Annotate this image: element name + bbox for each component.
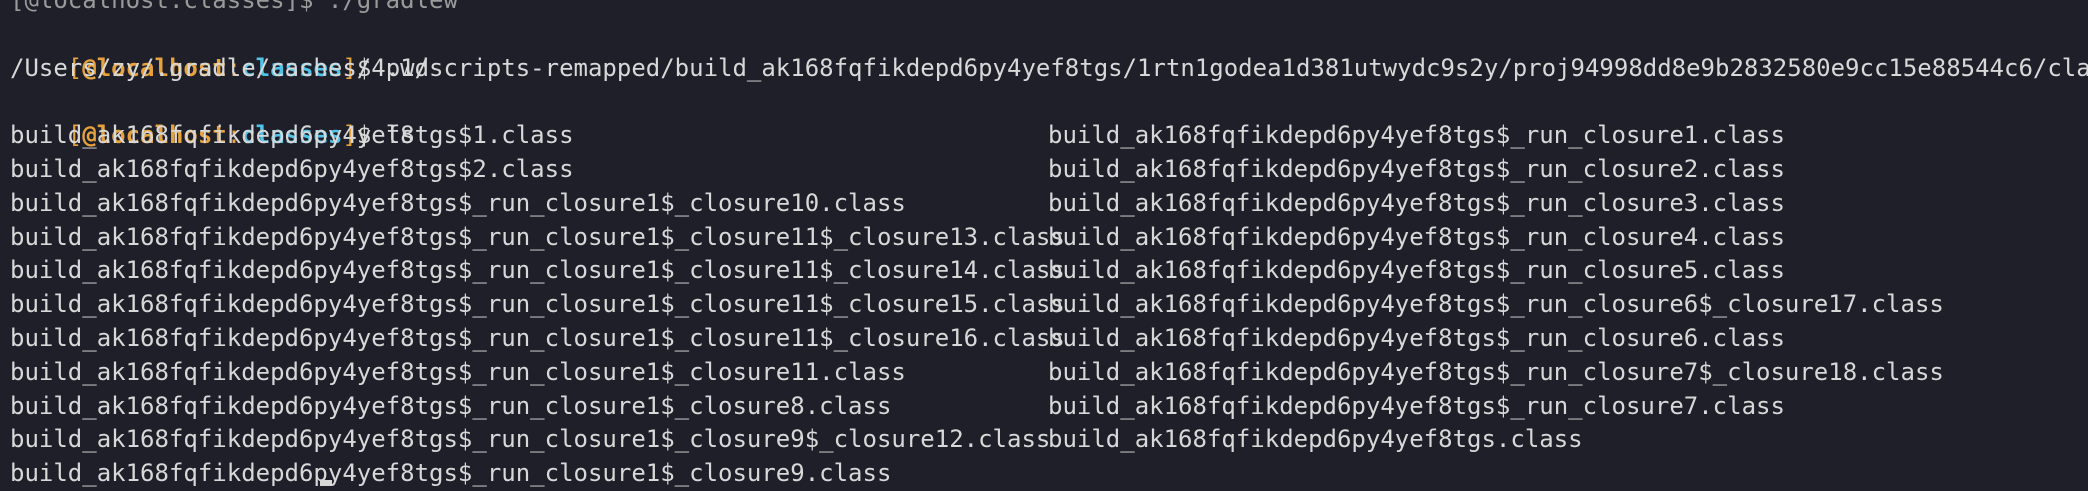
file-entry: build_ak168fqfikdepd6py4yef8tgs$_run_clo… bbox=[10, 323, 1065, 352]
file-entry: build_ak168fqfikdepd6py4yef8tgs$_run_clo… bbox=[10, 391, 892, 420]
file-entry: build_ak168fqfikdepd6py4yef8tgs$_run_clo… bbox=[1048, 188, 1785, 217]
file-entry: build_ak168fqfikdepd6py4yef8tgs$_run_clo… bbox=[10, 222, 1065, 251]
file-entry: build_ak168fqfikdepd6py4yef8tgs$_run_clo… bbox=[10, 357, 906, 386]
file-entry: build_ak168fqfikdepd6py4yef8tgs$_run_clo… bbox=[10, 425, 1051, 454]
text-cursor bbox=[320, 480, 332, 486]
file-entry: build_ak168fqfikdepd6py4yef8tgs$_run_clo… bbox=[10, 188, 906, 217]
file-entry: build_ak168fqfikdepd6py4yef8tgs$_run_clo… bbox=[10, 256, 1065, 285]
file-entry: build_ak168fqfikdepd6py4yef8tgs$_run_clo… bbox=[1048, 154, 1785, 183]
file-entry: build_ak168fqfikdepd6py4yef8tgs$_run_clo… bbox=[1048, 323, 1785, 352]
prompt-line-pwd: [@localhost:classes]$ pwd bbox=[10, 18, 2080, 82]
ls-column-left: build_ak168fqfikdepd6py4yef8tgs$1.class … bbox=[10, 119, 1065, 491]
file-entry: build_ak168fqfikdepd6py4yef8tgs$_run_clo… bbox=[1048, 391, 1785, 420]
ls-column-right: build_ak168fqfikdepd6py4yef8tgs$_run_clo… bbox=[1048, 119, 2080, 491]
file-entry: build_ak168fqfikdepd6py4yef8tgs$_run_clo… bbox=[1048, 290, 1944, 319]
file-entry: build_ak168fqfikdepd6py4yef8tgs$_run_clo… bbox=[10, 290, 1065, 319]
partial-previous-line: [@localhost:classes]$ ./gradlew bbox=[10, 0, 458, 14]
ls-output: build_ak168fqfikdepd6py4yef8tgs$1.class … bbox=[10, 119, 2080, 491]
prompt-line-ls: [@localhost:classes]$ ls bbox=[10, 85, 2080, 149]
file-entry: build_ak168fqfikdepd6py4yef8tgs$_run_clo… bbox=[1048, 256, 1785, 285]
file-entry: build_ak168fqfikdepd6py4yef8tgs$1.class bbox=[10, 121, 574, 150]
pwd-output: /Users/zy/.gradle/caches/4.1/scripts-rem… bbox=[10, 53, 2088, 82]
file-entry: build_ak168fqfikdepd6py4yef8tgs$_run_clo… bbox=[1048, 357, 1944, 386]
file-entry: build_ak168fqfikdepd6py4yef8tgs$2.class bbox=[10, 154, 574, 183]
terminal-output[interactable]: [@localhost:classes]$ ./gradlew [@localh… bbox=[10, 0, 2088, 491]
file-entry: build_ak168fqfikdepd6py4yef8tgs.class bbox=[1048, 425, 1583, 454]
file-entry: build_ak168fqfikdepd6py4yef8tgs$_run_clo… bbox=[1048, 222, 1785, 251]
file-entry: build_ak168fqfikdepd6py4yef8tgs$_run_clo… bbox=[1048, 121, 1785, 150]
